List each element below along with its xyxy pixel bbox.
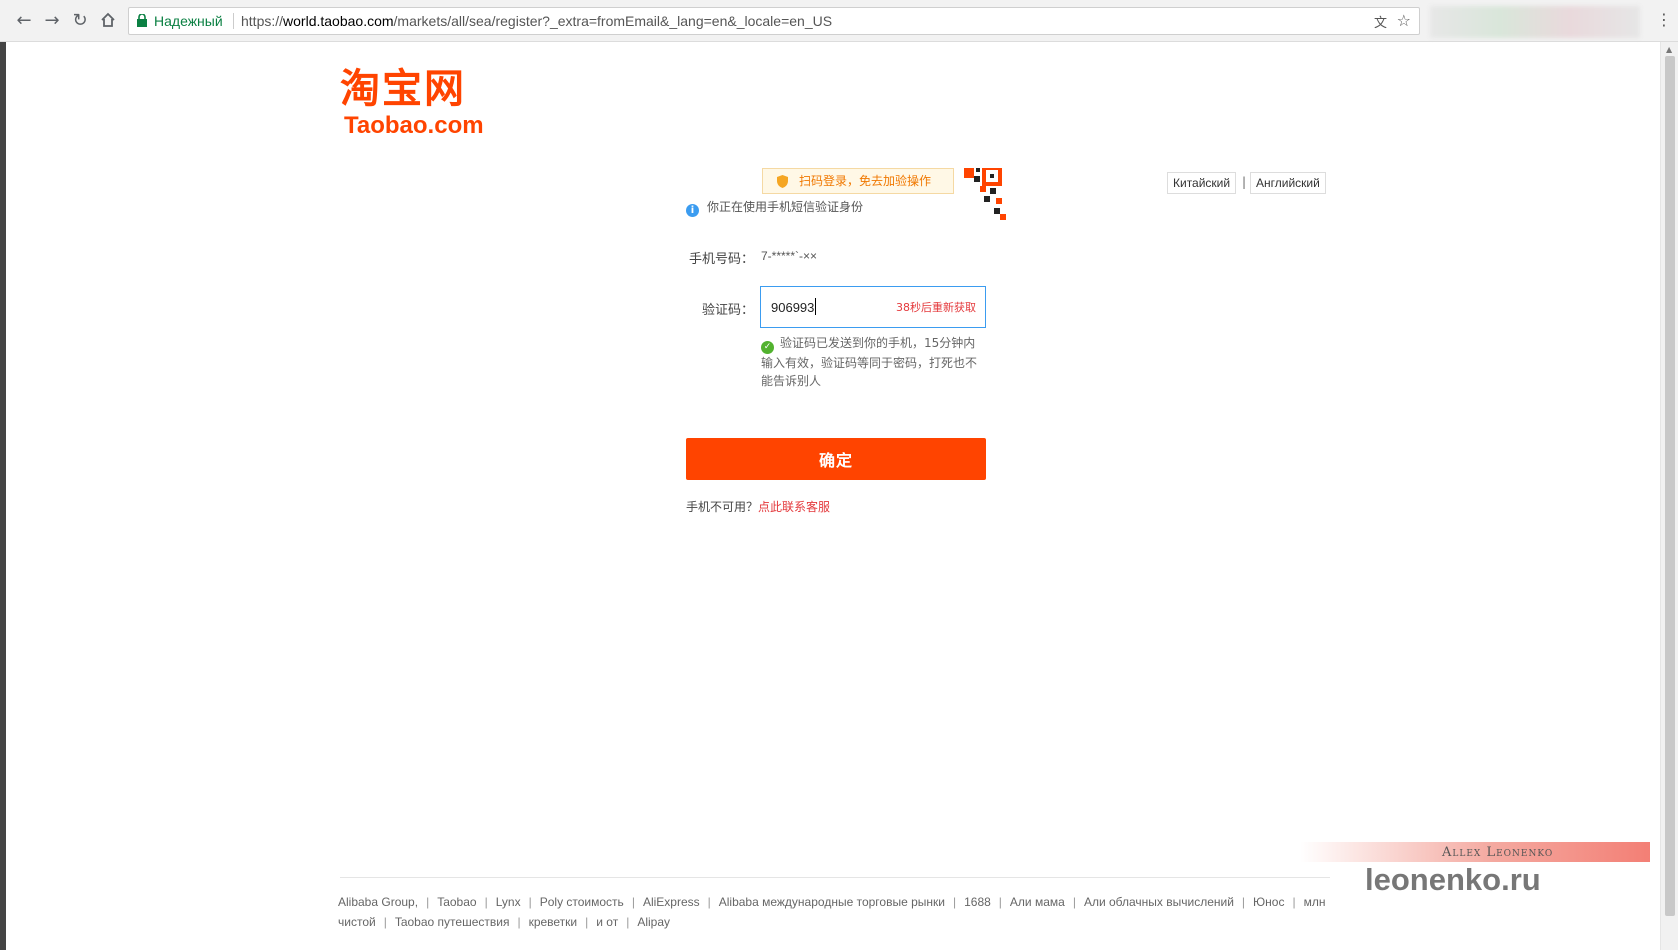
scroll-up-icon[interactable]: ▲	[1666, 45, 1672, 54]
footer-link[interactable]: Alibaba Group,	[338, 895, 418, 909]
shield-icon	[777, 175, 788, 188]
verification-info: i 你正在使用手机短信验证身份	[686, 199, 863, 217]
help-line: 手机不可用？点此联系客服	[686, 498, 830, 515]
footer-separator: |	[952, 895, 957, 909]
footer-link[interactable]: Lynx	[496, 895, 521, 909]
browser-toolbar: ← → ↻ Надежный https://world.taobao.com/…	[0, 0, 1678, 42]
phone-label: 手机号码：	[688, 252, 754, 267]
taobao-logo[interactable]: 淘宝网 Taobao.com	[340, 66, 484, 140]
code-sent-message: ✓ 验证码已发送到你的手机，15分钟内输入有效，验证码等同于密码，打死也不能告诉别…	[761, 334, 983, 390]
confirm-button[interactable]: 确定	[686, 438, 986, 480]
contact-support-link[interactable]: 点此联系客服	[758, 500, 830, 514]
qr-login-hint[interactable]: 扫码登录，免去加验操作	[762, 168, 954, 194]
lang-english-button[interactable]: Английский	[1250, 172, 1326, 194]
url-text[interactable]: https://world.taobao.com/markets/all/sea…	[241, 13, 832, 29]
translate-icon[interactable]: 文	[1374, 12, 1387, 31]
phone-value: 7-*****`-××	[761, 249, 818, 263]
footer-link[interactable]: AliExpress	[643, 895, 700, 909]
lock-icon	[137, 14, 147, 27]
logo-english: Taobao.com	[344, 112, 484, 139]
footer-separator: |	[631, 895, 635, 909]
watermark-site: leonenko.ru	[1365, 862, 1541, 897]
footer-links: Alibaba Group, | Taobao | Lynx | Poly стоимост…	[338, 892, 1328, 932]
info-icon: i	[686, 204, 699, 217]
address-bar[interactable]: Надежный https://world.taobao.com/market…	[128, 7, 1420, 35]
footer-link[interactable]: Taobao путешествия	[395, 915, 510, 929]
omnibox-separator	[233, 13, 234, 29]
page-scrollbar[interactable]: ▲	[1660, 42, 1678, 950]
footer-divider	[340, 877, 1330, 878]
footer-separator: |	[1241, 895, 1246, 909]
logo-chinese: 淘宝网	[340, 66, 466, 112]
code-input-box[interactable]: 38秒后重新获取	[760, 286, 986, 328]
lang-separator: |	[1242, 175, 1247, 189]
bookmark-star-icon[interactable]: ☆	[1397, 11, 1411, 30]
footer-link[interactable]: Юнос	[1253, 895, 1284, 909]
footer-separator: |	[707, 895, 711, 909]
lang-chinese-button[interactable]: Китайский	[1167, 172, 1237, 194]
footer-link[interactable]: Alibaba международные торговые рынки	[719, 895, 945, 909]
browser-menu-icon[interactable]: ⋮	[1656, 10, 1672, 29]
back-icon[interactable]: ←	[14, 11, 34, 31]
footer-link[interactable]: Али облачных вычислений	[1084, 895, 1234, 909]
window-edge	[0, 42, 6, 950]
footer-link[interactable]: креветки	[529, 915, 578, 929]
forward-icon[interactable]: →	[42, 11, 62, 31]
footer-separator: |	[517, 915, 521, 929]
secure-label: Надежный	[154, 13, 223, 29]
text-caret	[815, 298, 816, 315]
footer-link[interactable]: и от	[596, 915, 618, 929]
qr-code-icon[interactable]	[954, 168, 1006, 220]
blurred-extensions	[1430, 6, 1640, 38]
qr-hint-text: 扫码登录，免去加验操作	[799, 174, 932, 188]
footer-separator: |	[998, 895, 1002, 909]
footer-separator: |	[1072, 895, 1076, 909]
code-label: 验证码：	[701, 303, 754, 318]
footer-link[interactable]: Али мама	[1010, 895, 1065, 909]
check-icon: ✓	[761, 341, 774, 354]
footer-link[interactable]: Alipay	[637, 915, 670, 929]
footer-separator: |	[585, 915, 589, 929]
help-text: 手机不可用？	[686, 500, 759, 514]
footer-separator: |	[426, 895, 430, 909]
code-sent-text: 验证码已发送到你的手机，15分钟内输入有效，验证码等同于密码，打死也不能告诉别人	[761, 336, 978, 388]
reload-icon[interactable]: ↻	[70, 11, 90, 31]
footer-separator: |	[383, 915, 387, 929]
info-text: 你正在使用手机短信验证身份	[707, 200, 864, 214]
code-input[interactable]	[771, 297, 881, 317]
watermark-author: Allex Leonenko	[1442, 845, 1554, 860]
scrollbar-thumb[interactable]	[1665, 56, 1675, 916]
footer-link[interactable]: Taobao	[437, 895, 476, 909]
footer-separator: |	[626, 915, 630, 929]
footer-link[interactable]: Poly стоимость	[540, 895, 624, 909]
footer-link[interactable]: 1688	[964, 895, 991, 909]
footer-separator: |	[484, 895, 488, 909]
footer-separator: |	[1292, 895, 1296, 909]
footer-separator: |	[528, 895, 532, 909]
resend-countdown[interactable]: 38秒后重新获取	[896, 299, 976, 315]
home-icon[interactable]	[98, 11, 118, 31]
